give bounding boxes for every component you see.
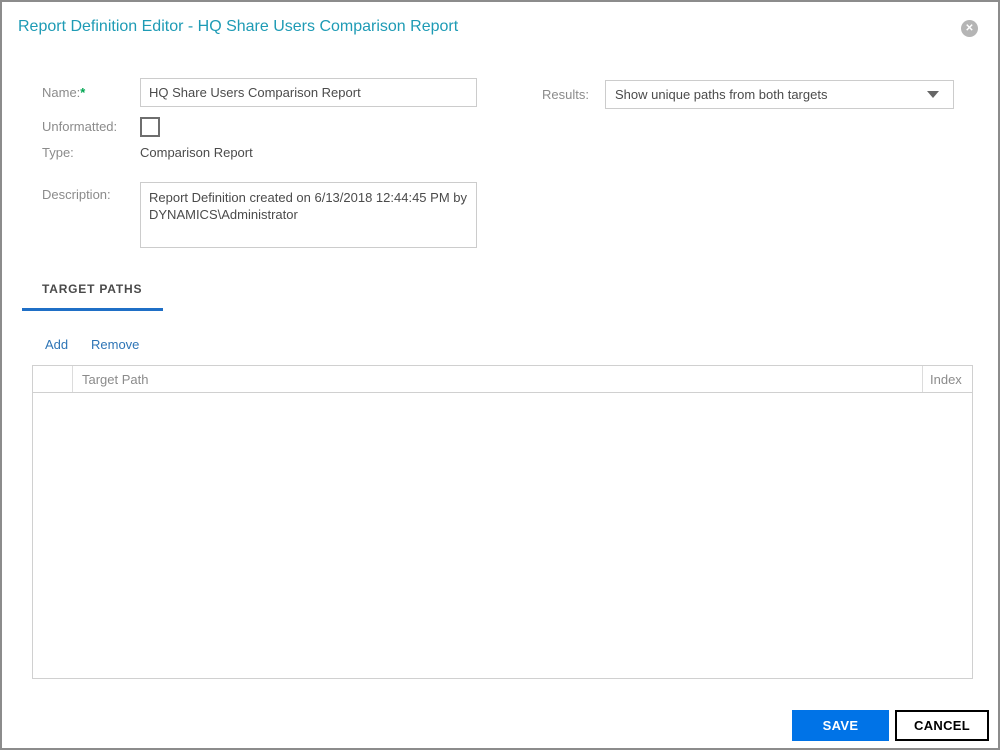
type-label: Type: bbox=[42, 145, 74, 160]
tab-target-paths[interactable]: TARGET PATHS bbox=[42, 282, 142, 296]
type-value: Comparison Report bbox=[140, 145, 253, 160]
required-asterisk: * bbox=[80, 85, 86, 100]
add-link[interactable]: Add bbox=[45, 337, 68, 352]
tab-active-indicator bbox=[22, 308, 163, 311]
name-input[interactable] bbox=[140, 78, 477, 107]
unformatted-label: Unformatted: bbox=[42, 119, 118, 134]
results-dropdown-value: Show unique paths from both targets bbox=[615, 87, 828, 102]
name-label: Name:* bbox=[42, 85, 86, 100]
results-dropdown[interactable]: Show unique paths from both targets bbox=[605, 80, 954, 109]
dialog-title: Report Definition Editor - HQ Share User… bbox=[18, 18, 459, 35]
chevron-down-icon bbox=[927, 91, 939, 98]
cancel-button[interactable]: CANCEL bbox=[895, 710, 989, 741]
target-paths-table: Target Path Index bbox=[32, 365, 973, 679]
remove-link[interactable]: Remove bbox=[91, 337, 139, 352]
column-header-index: Index bbox=[922, 366, 972, 392]
description-label: Description: bbox=[42, 187, 111, 202]
close-icon[interactable]: ✕ bbox=[961, 20, 978, 37]
description-textarea[interactable]: Report Definition created on 6/13/2018 1… bbox=[140, 182, 477, 248]
report-definition-editor-dialog: Report Definition Editor - HQ Share User… bbox=[0, 0, 1000, 750]
unformatted-checkbox[interactable] bbox=[140, 117, 160, 137]
results-label: Results: bbox=[542, 87, 589, 102]
save-button[interactable]: SAVE bbox=[792, 710, 889, 741]
table-body-empty bbox=[33, 393, 972, 678]
column-header-target-path: Target Path bbox=[82, 371, 149, 387]
table-header-row: Target Path Index bbox=[33, 366, 972, 393]
column-header-select bbox=[33, 366, 73, 392]
